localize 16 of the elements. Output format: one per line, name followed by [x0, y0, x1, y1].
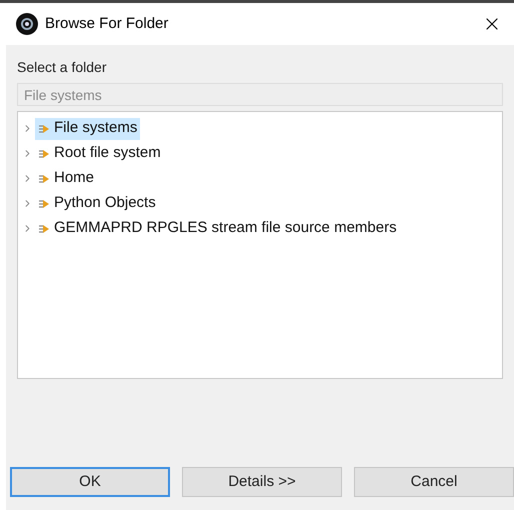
dialog-button[interactable]: Details >> [182, 467, 342, 497]
tree-item[interactable]: GEMMAPRD RPGLES stream file source members [35, 218, 400, 240]
filter-arrow-icon [38, 148, 50, 160]
dialog-button[interactable]: Cancel [354, 467, 514, 497]
filter-arrow-icon [38, 222, 50, 234]
app-icon [16, 13, 38, 35]
filter-arrow-icon [38, 172, 50, 184]
tree-item[interactable]: Home [35, 168, 98, 190]
filter-arrow-icon [38, 122, 50, 134]
filter-arrow-icon [38, 198, 50, 210]
window-title: Browse For Folder [45, 14, 168, 34]
tree-item[interactable]: Root file system [35, 142, 164, 164]
dialog-button[interactable]: OK [10, 467, 170, 497]
tree-item[interactable]: File systems [35, 118, 140, 140]
tree-item[interactable]: Python Objects [35, 192, 159, 214]
prompt-label: Select a folder [17, 58, 108, 77]
